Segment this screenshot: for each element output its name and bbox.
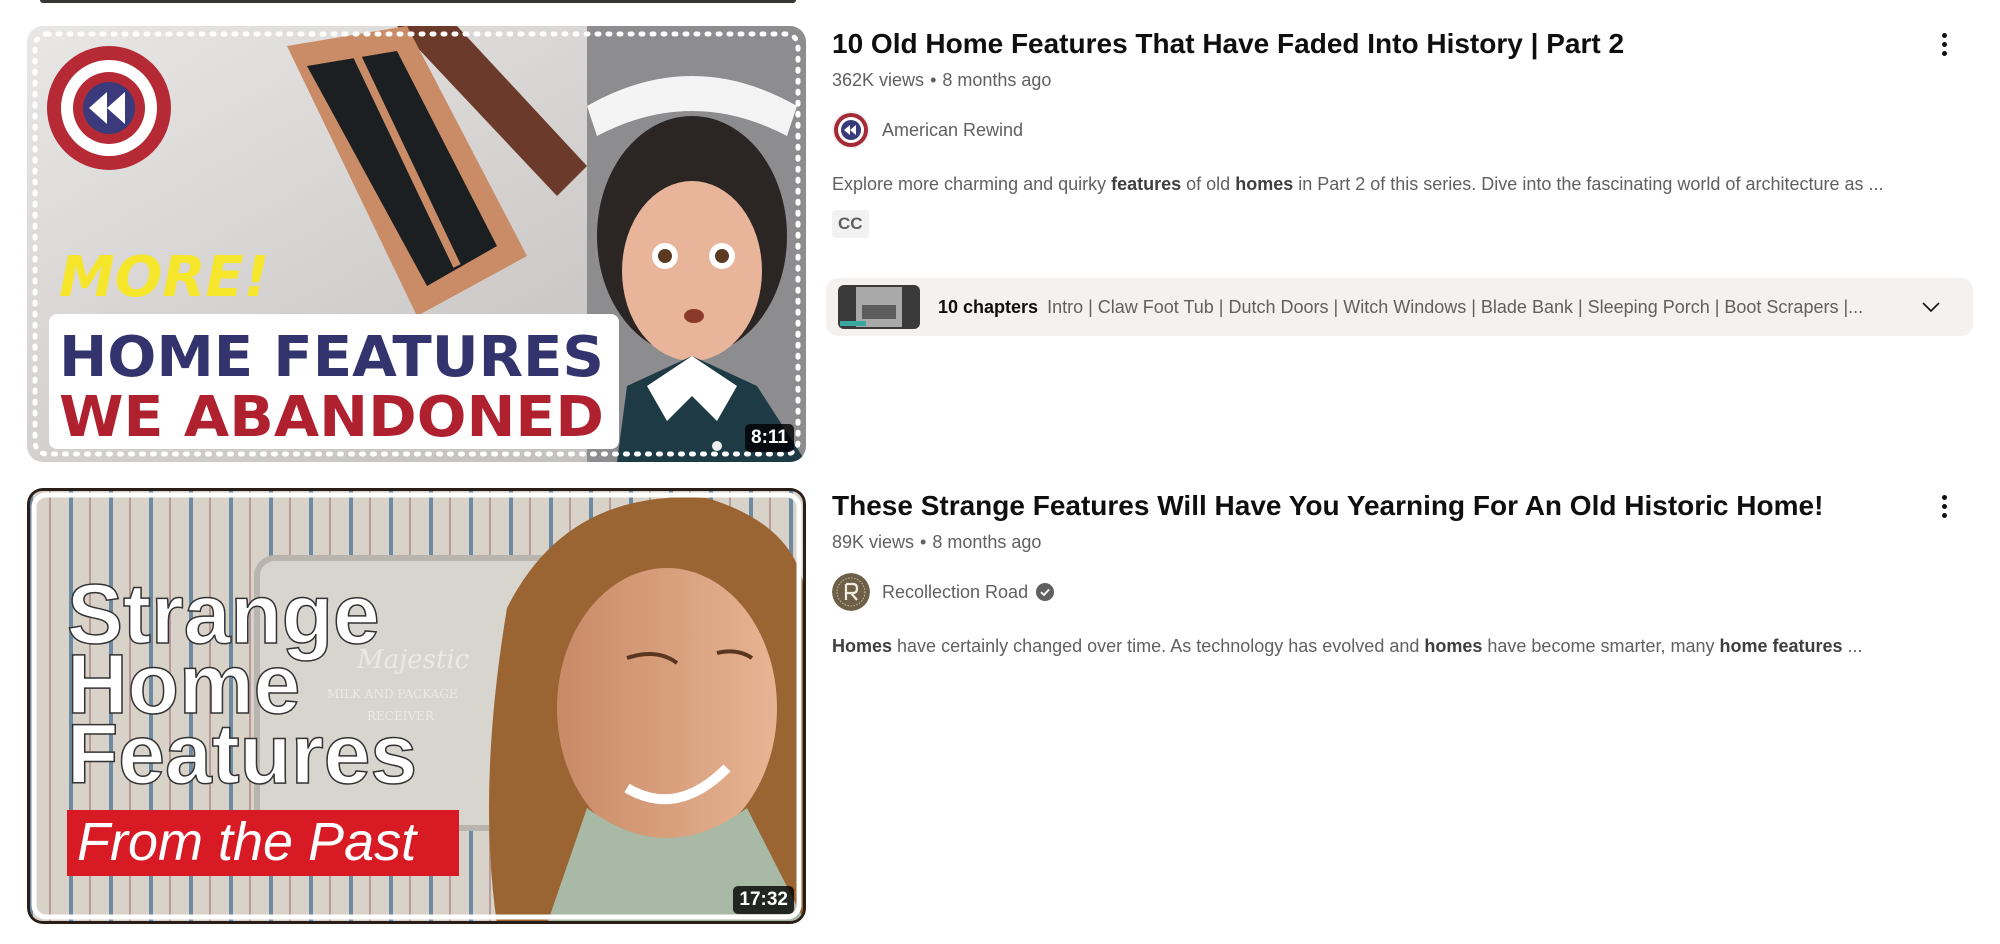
description-highlight: Homes — [832, 636, 893, 656]
chapters-expander[interactable]: 10 chapters Intro | Claw Foot Tub | Dutc… — [826, 278, 1973, 336]
view-count: 362K views — [832, 70, 925, 90]
chapter-thumbnail — [838, 285, 920, 329]
more-vert-icon[interactable] — [1930, 488, 1958, 524]
description-text: Explore more charming and quirky — [832, 174, 1112, 194]
video-title[interactable]: 10 Old Home Features That Have Faded Int… — [832, 26, 1972, 62]
closed-captions-badge: CC — [832, 210, 869, 238]
chevron-down-icon[interactable] — [1919, 295, 1943, 319]
channel-link[interactable]: American Rewind — [832, 110, 1972, 150]
upload-age: 8 months ago — [932, 532, 1042, 552]
description-text: have become smarter, many — [1482, 636, 1720, 656]
channel-name[interactable]: American Rewind — [882, 120, 1023, 141]
video-meta: 89K views • 8 months ago — [832, 530, 1972, 554]
thumbnail-text-home-features: HOME FEATURES — [59, 325, 604, 390]
view-count: 89K views — [832, 532, 915, 552]
video-title[interactable]: These Strange Features Will Have You Yea… — [832, 488, 1972, 524]
video-thumbnail[interactable]: Majestic MILK AND PACKAGE RECEIVER Stran… — [27, 488, 806, 924]
chapters-list: Intro | Claw Foot Tub | Dutch Doors | Wi… — [1047, 296, 1864, 317]
channel-link[interactable]: Recollection Road — [832, 572, 1972, 612]
thumbnail-image: Majestic MILK AND PACKAGE RECEIVER Stran… — [27, 488, 806, 924]
description-highlight: features — [1111, 174, 1182, 194]
video-info: 10 Old Home Features That Have Faded Int… — [826, 26, 1973, 336]
video-meta: 362K views • 8 months ago — [832, 68, 1972, 92]
thumbnail-text-we-abandoned: WE ABANDONED — [59, 385, 604, 450]
video-description: Explore more charming and quirky feature… — [832, 172, 1972, 196]
video-thumbnail[interactable]: MORE! HOME FEATURES WE ABANDONED 8:11 — [27, 26, 806, 462]
meta-separator: • — [930, 70, 937, 90]
more-vert-icon[interactable] — [1930, 26, 1958, 62]
thumbnail-sign-line2: MILK AND PACKAGE — [327, 687, 458, 701]
description-highlight: homes — [1235, 174, 1294, 194]
duration-badge: 17:32 — [733, 886, 794, 914]
verified-check-icon — [1036, 583, 1055, 601]
description-text: in Part 2 of this series. Dive into the … — [1293, 174, 1884, 194]
thumbnail-text-features: Features — [67, 707, 417, 801]
description-text: of old — [1181, 174, 1236, 194]
duration-badge: 8:11 — [745, 424, 794, 452]
channel-avatar[interactable] — [832, 111, 870, 149]
channel-avatar[interactable] — [832, 573, 870, 611]
thumbnail-text-from-the-past: From the Past — [77, 812, 418, 872]
description-highlight: homes — [1424, 636, 1483, 656]
channel-name[interactable]: Recollection Road — [882, 582, 1028, 603]
video-info: These Strange Features Will Have You Yea… — [832, 488, 1972, 658]
thumbnail-image: MORE! HOME FEATURES WE ABANDONED — [27, 26, 806, 462]
video-description: Homes have certainly changed over time. … — [832, 634, 1972, 658]
description-text: have certainly changed over time. As tec… — [892, 636, 1425, 656]
upload-age: 8 months ago — [942, 70, 1052, 90]
description-text: ... — [1842, 636, 1863, 656]
meta-separator: • — [920, 532, 927, 552]
chapters-count: 10 chapters — [938, 296, 1039, 317]
thumbnail-text-more: MORE! — [59, 245, 269, 310]
description-highlight: home features — [1719, 636, 1843, 656]
previous-result-thumbnail-edge[interactable] — [40, 0, 796, 3]
